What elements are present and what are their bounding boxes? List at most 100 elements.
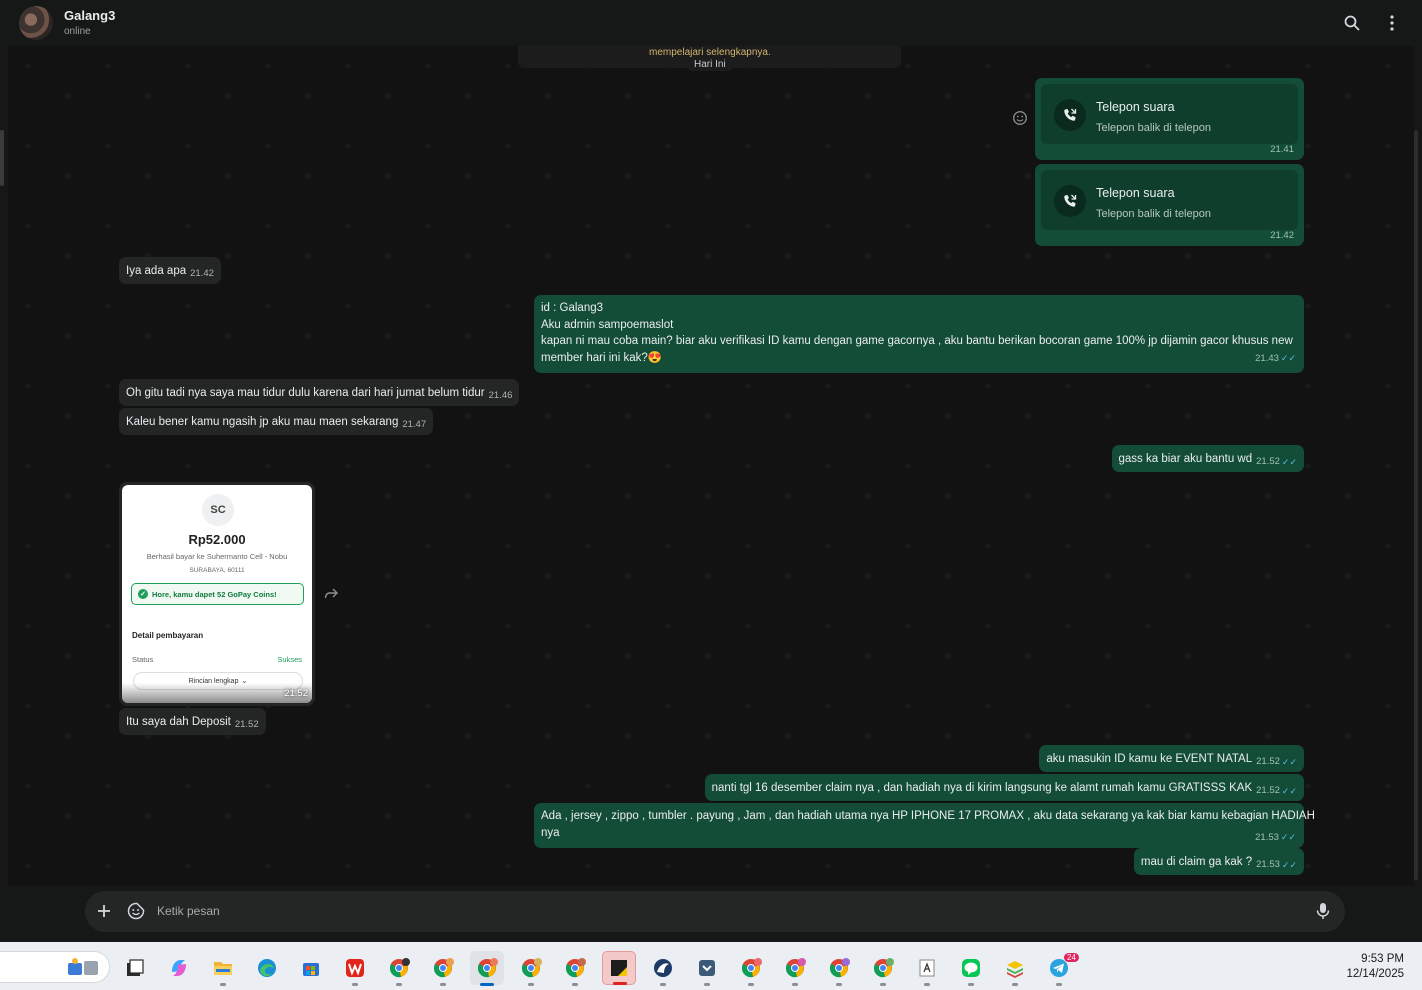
incoming-message[interactable]: Itu saya dah Deposit 21.52 <box>119 708 266 735</box>
receipt-status-value: Sukses <box>277 655 302 664</box>
message-text: Oh gitu tadi nya saya mau tidur dulu kar… <box>126 387 485 399</box>
call-message[interactable]: Telepon suara Telepon balik di telepon 2… <box>1035 78 1304 160</box>
microphone-icon[interactable] <box>1313 901 1333 921</box>
chrome-profile-icon[interactable] <box>470 951 504 986</box>
merchant-logo: SC <box>202 494 234 526</box>
task-view-icon[interactable] <box>118 951 152 985</box>
incoming-message[interactable]: Oh gitu tadi nya saya mau tidur dulu kar… <box>119 379 520 406</box>
contact-avatar[interactable] <box>19 6 53 40</box>
outgoing-message[interactable]: Ada , jersey , zippo , tumbler . payung … <box>534 803 1315 848</box>
outgoing-message[interactable]: nanti tgl 16 desember claim nya , dan ha… <box>704 774 1304 801</box>
message-line: nya <box>541 826 560 839</box>
copilot-icon[interactable] <box>162 951 196 985</box>
message-time: 21.52 <box>284 688 308 699</box>
contact-status: online <box>64 26 91 37</box>
system-notice-text[interactable]: mempelajari selengkapnya. <box>649 47 771 58</box>
chrome-profile-icon[interactable] <box>382 951 416 986</box>
sticker-icon[interactable] <box>126 901 146 921</box>
chrome-profile-icon[interactable] <box>778 951 812 986</box>
call-title: Telepon suara <box>1096 100 1175 114</box>
incoming-message[interactable]: Kaleu bener kamu ngasih jp aku mau maen … <box>119 408 434 435</box>
more-options-icon[interactable] <box>1381 12 1403 34</box>
receipt-amount: Rp52.000 <box>188 532 246 547</box>
message-line: member hari ini kak?😍 <box>541 351 663 364</box>
chrome-profile-icon[interactable] <box>822 951 856 986</box>
message-text: Itu saya dah Deposit <box>126 716 231 728</box>
message-time: 21.46 <box>488 390 513 401</box>
line-icon[interactable] <box>954 951 988 986</box>
message-text: nanti tgl 16 desember claim nya , dan ha… <box>711 782 1253 794</box>
receipt-merchant: Berhasil bayar ke Suhermanto Cell - Nobu <box>146 552 288 561</box>
outgoing-message[interactable]: aku masukin ID kamu ke EVENT NATAL 21.52… <box>1039 745 1304 772</box>
date-separator: Hari Ini <box>688 58 732 71</box>
unread-badge: 24 <box>1064 953 1079 962</box>
font-viewer-icon[interactable] <box>910 951 944 986</box>
outgoing-message[interactable]: gass ka biar aku bantu wd 21.52 ✓✓ <box>1111 445 1304 472</box>
call-card[interactable]: Telepon suara Telepon balik di telepon <box>1041 84 1298 144</box>
attach-plus-icon[interactable] <box>94 901 114 921</box>
call-message[interactable]: Telepon suara Telepon balik di telepon 2… <box>1035 164 1304 246</box>
chrome-profile-icon[interactable] <box>426 951 460 986</box>
call-subtitle: Telepon balik di telepon <box>1096 208 1211 220</box>
contact-name[interactable]: Galang3 <box>64 8 115 23</box>
read-receipt-icon: ✓✓ <box>1280 831 1296 842</box>
message-time: 21.42 <box>190 268 214 279</box>
message-line: kapan ni mau coba main? biar aku verifik… <box>541 335 1293 347</box>
call-card[interactable]: Telepon suara Telepon balik di telepon <box>1041 170 1298 230</box>
read-receipt-icon: ✓✓ <box>1280 352 1296 363</box>
system-clock[interactable]: 9:53 PM 12/14/2025 <box>1346 952 1404 982</box>
missed-call-icon <box>1054 99 1086 131</box>
missed-call-icon <box>1054 185 1086 217</box>
telegram-icon[interactable]: 24 <box>1042 951 1079 986</box>
chrome-profile-icon[interactable] <box>734 951 768 986</box>
message-text: Iya ada apa <box>126 265 187 277</box>
message-text: Kaleu bener kamu ngasih jp aku mau maen … <box>126 416 399 428</box>
message-input[interactable] <box>157 899 1297 923</box>
receipt-status-label: Status <box>132 655 154 664</box>
message-time: 21.41 <box>1270 143 1294 155</box>
payment-receipt-image[interactable]: SC Rp52.000 Berhasil bayar ke Suhermanto… <box>122 485 312 703</box>
message-last-line: nya 21.53 ✓✓ <box>541 825 1296 843</box>
running-indicator <box>480 983 494 986</box>
message-text: mau di claim ga kak ? <box>1140 856 1253 868</box>
sticky-app-icon[interactable] <box>602 951 636 985</box>
file-explorer-icon[interactable] <box>206 951 240 986</box>
search-icon[interactable] <box>1341 12 1363 34</box>
read-receipt-icon: ✓✓ <box>1281 786 1297 796</box>
chat-header[interactable]: Galang3 online <box>0 0 1422 46</box>
message-text: aku masukin ID kamu ke EVENT NATAL <box>1046 753 1253 765</box>
emoji-reaction-icon[interactable] <box>1012 110 1028 126</box>
running-indicator <box>528 983 534 986</box>
message-time: 21.52 <box>1256 456 1280 467</box>
running-indicator <box>1056 983 1062 986</box>
message-time: 21.53 <box>1255 831 1279 843</box>
running-indicator <box>748 983 754 986</box>
pocket-icon[interactable] <box>690 951 724 986</box>
chrome-profile-icon[interactable] <box>866 951 900 986</box>
message-composer[interactable] <box>85 891 1345 932</box>
outgoing-message[interactable]: mau di claim ga kak ? 21.53 ✓✓ <box>1133 848 1304 875</box>
bluestacks-icon[interactable] <box>998 951 1032 986</box>
edge-icon[interactable] <box>250 951 284 985</box>
message-text: gass ka biar aku bantu wd <box>1118 453 1253 465</box>
running-indicator <box>704 983 710 986</box>
running-indicator <box>220 983 226 986</box>
coins-text: Hore, kamu dapet 52 GoPay Coins! <box>152 589 277 599</box>
microsoft-store-icon[interactable] <box>294 951 328 985</box>
receipt-location: SURABAYA, 60111 <box>189 567 245 574</box>
chrome-profile-icon[interactable] <box>558 951 592 986</box>
incoming-message[interactable]: Iya ada apa 21.42 <box>119 257 221 284</box>
chrome-profile-icon[interactable] <box>514 951 548 986</box>
outgoing-message[interactable]: id : Galang3 Aku admin sampoemaslot kapa… <box>534 295 1304 373</box>
chat-scrollbar[interactable] <box>1414 130 1418 880</box>
wps-office-icon[interactable] <box>338 951 372 986</box>
running-indicator <box>1012 983 1018 986</box>
bird-browser-icon[interactable] <box>646 951 680 986</box>
forward-icon[interactable] <box>322 585 340 603</box>
image-message[interactable]: SC Rp52.000 Berhasil bayar ke Suhermanto… <box>119 482 315 706</box>
read-receipt-icon: ✓✓ <box>1281 860 1297 870</box>
running-indicator <box>924 983 930 986</box>
clock-time: 9:53 PM <box>1361 953 1404 965</box>
message-time: 21.42 <box>1270 229 1294 241</box>
message-time: 21.47 <box>402 419 427 430</box>
